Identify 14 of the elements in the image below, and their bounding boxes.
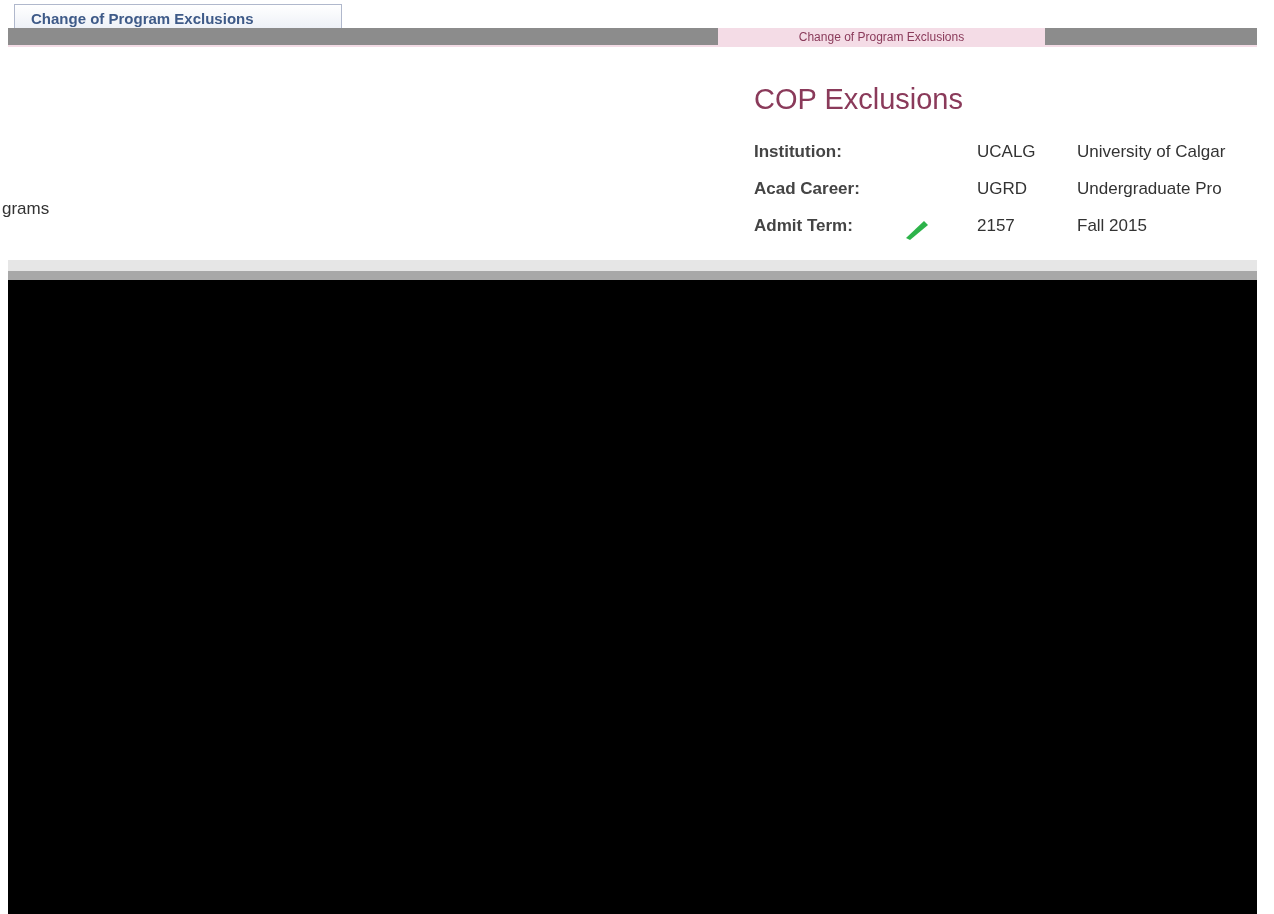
page-heading: COP Exclusions (754, 83, 964, 116)
field-label: Institution: (754, 142, 842, 162)
field-value: Undergraduate Pro (1077, 179, 1223, 199)
text-fragment: grams (2, 199, 50, 219)
pencil-icon[interactable] (904, 218, 930, 240)
field-value: UCALG (977, 142, 1037, 162)
page-tab[interactable]: Change of Program Exclusions (718, 28, 1045, 45)
field-value: 2157 (977, 216, 1016, 236)
field-value: University of Calgar (1077, 142, 1227, 162)
field-value: Fall 2015 (1077, 216, 1148, 236)
field-value: UGRD (977, 179, 1029, 199)
field-label: Admit Term: (754, 216, 853, 236)
field-label: Acad Career: (754, 179, 860, 199)
page-tab[interactable]: Change of Program Exclusions (14, 4, 342, 28)
